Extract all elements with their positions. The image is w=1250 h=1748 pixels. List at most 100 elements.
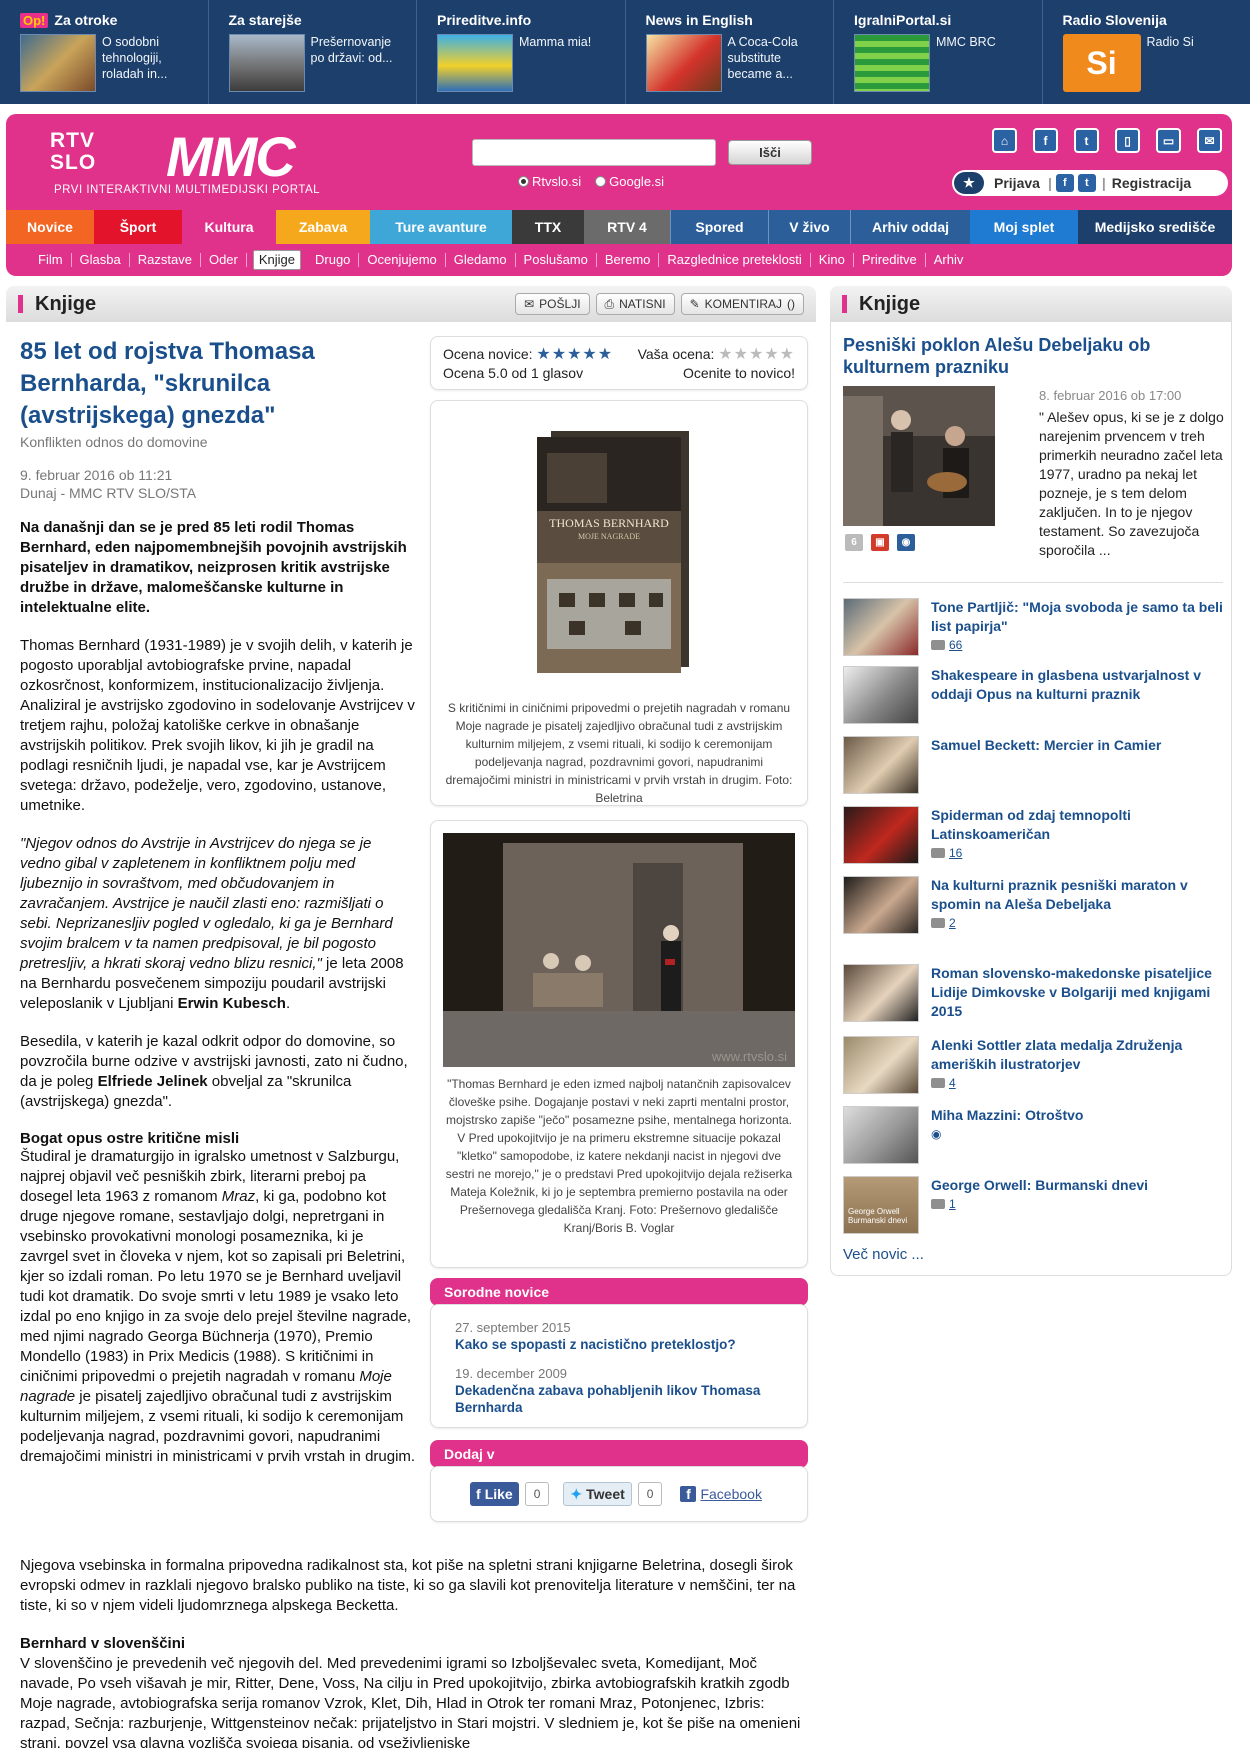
list-item[interactable]: Shakespeare in glasbena ustvarjalnost v …	[843, 666, 1223, 724]
video-icon[interactable]: ▣	[871, 534, 889, 551]
tv-icon[interactable]: ▭	[1156, 128, 1181, 153]
news-title[interactable]: Tone Partljič: "Moja svoboda je samo ta …	[931, 598, 1223, 636]
more-news-link[interactable]: Več novic ...	[843, 1246, 924, 1263]
comment-link[interactable]: 16	[931, 846, 1223, 860]
subnav-knjige[interactable]: Knjige	[252, 250, 301, 270]
camera-icon[interactable]: ◉	[897, 534, 915, 551]
facebook-share-link[interactable]: f Facebook	[674, 1482, 767, 1506]
send-button[interactable]: ✉ POŠLJI	[515, 293, 590, 315]
theatre-photo[interactable]: www.rtvslo.si	[443, 833, 795, 1067]
partner-teaser[interactable]: A Coca-Cola substitute became a...	[728, 34, 826, 92]
news-title[interactable]: Roman slovensko-makedonske pisateljice L…	[931, 964, 1223, 1021]
subnav-oder[interactable]: Oder	[201, 253, 247, 267]
nav-novice[interactable]: Novice	[6, 210, 94, 244]
comment-link[interactable]: 2	[931, 916, 1223, 930]
subnav-razstave[interactable]: Razstave	[130, 253, 201, 267]
featured-image[interactable]	[843, 386, 995, 526]
home-icon[interactable]: ⌂	[992, 128, 1017, 153]
list-item[interactable]: Samuel Beckett: Mercier in Camier	[843, 736, 1223, 794]
subnav-film[interactable]: Film	[30, 253, 72, 267]
comment-link[interactable]: 1	[931, 1197, 1148, 1211]
partner-igralni-portal[interactable]: IgralniPortal.si MMC BRC	[834, 0, 1043, 104]
related-link[interactable]: Kako se spopasti z nacistično preteklost…	[455, 1336, 783, 1353]
nav-ttx[interactable]: TTX	[512, 210, 584, 244]
partner-teaser[interactable]: MMC BRC	[936, 34, 996, 92]
login-link[interactable]: Prijava	[994, 175, 1040, 191]
news-title[interactable]: Alenki Sottler zlata medalja Združenja a…	[931, 1036, 1223, 1074]
subnav-gledamo[interactable]: Gledamo	[446, 253, 516, 267]
news-title[interactable]: Samuel Beckett: Mercier in Camier	[931, 736, 1161, 755]
list-item[interactable]: George Orwell Burmanski dnevi George Orw…	[843, 1176, 1223, 1234]
partner-prireditve[interactable]: Prireditve.info Mamma mia!	[417, 0, 626, 104]
subnav-poslusamo[interactable]: Poslušamo	[516, 253, 597, 267]
twitter-icon[interactable]: t	[1074, 128, 1099, 153]
radio-rtvslo[interactable]: Rtvslo.si	[518, 174, 581, 189]
news-title[interactable]: Na kulturni praznik pesniški maraton v s…	[931, 876, 1223, 914]
partner-thumbnail[interactable]	[20, 34, 96, 92]
related-link[interactable]: Dekadenčna zabava pohabljenih likov Thom…	[455, 1382, 783, 1416]
nav-kultura[interactable]: Kultura	[182, 210, 276, 244]
comment-count-icon[interactable]: 6	[845, 534, 863, 551]
partner-radio-slovenija[interactable]: Radio Slovenija Si Radio Si	[1043, 0, 1250, 104]
partner-thumbnail[interactable]	[228, 34, 305, 92]
list-item[interactable]: Spiderman od zdaj temnopolti Latinskoame…	[843, 806, 1223, 864]
camera-icon[interactable]: ◉	[931, 1127, 1083, 1141]
partner-teaser[interactable]: Prešernovanje po državi: od...	[311, 34, 409, 92]
news-title[interactable]: Spiderman od zdaj temnopolti Latinskoame…	[931, 806, 1223, 844]
subnav-arhiv[interactable]: Arhiv	[926, 253, 972, 267]
subnav-ocenjujemo[interactable]: Ocenjujemo	[359, 253, 446, 267]
news-title[interactable]: Shakespeare in glasbena ustvarjalnost v …	[931, 666, 1223, 704]
comment-link[interactable]: 4	[931, 1076, 1223, 1090]
rate-stars[interactable]: ★★★★★	[718, 346, 795, 363]
news-title[interactable]: George Orwell: Burmanski dnevi	[931, 1176, 1148, 1195]
list-item[interactable]: Alenki Sottler zlata medalja Združenja a…	[843, 1036, 1223, 1094]
nav-moj-splet[interactable]: Moj splet	[970, 210, 1078, 244]
partner-news-in-english[interactable]: News in English A Coca-Cola substitute b…	[626, 0, 834, 104]
tweet-button[interactable]: ✦ Tweet	[563, 1482, 632, 1506]
nav-ture-avanture[interactable]: Ture avanture	[370, 210, 512, 244]
subnav-beremo[interactable]: Beremo	[597, 253, 660, 267]
subnav-kino[interactable]: Kino	[811, 253, 854, 267]
list-item[interactable]: Na kulturni praznik pesniški maraton v s…	[843, 876, 1223, 934]
rate-link[interactable]: Ocenite to novico!	[683, 364, 795, 382]
subnav-drugo[interactable]: Drugo	[307, 253, 360, 267]
search-button[interactable]: Išči	[728, 140, 812, 165]
list-item[interactable]: Miha Mazzini: Otroštvo ◉	[843, 1106, 1223, 1164]
print-button[interactable]: ⎙ NATISNI	[595, 293, 675, 315]
list-item[interactable]: Tone Partljič: "Moja svoboda je samo ta …	[843, 598, 1223, 656]
nav-spored[interactable]: Spored	[670, 210, 768, 244]
subnav-glasba[interactable]: Glasba	[72, 253, 130, 267]
radio-si-logo[interactable]: Si	[1062, 34, 1141, 92]
register-link[interactable]: Registracija	[1112, 175, 1191, 191]
nav-rtv4[interactable]: RTV 4	[584, 210, 670, 244]
partner-teaser[interactable]: Mamma mia!	[519, 34, 591, 92]
comment-link[interactable]: 66	[931, 638, 1223, 652]
news-title[interactable]: Miha Mazzini: Otroštvo	[931, 1106, 1083, 1125]
partner-za-starejse[interactable]: Za starejše Prešernovanje po državi: od.…	[209, 0, 417, 104]
mmc-logo[interactable]: MMC	[166, 124, 296, 189]
list-item[interactable]: Roman slovensko-makedonske pisateljice L…	[843, 964, 1223, 1022]
nav-medijsko-sredisce[interactable]: Medijsko središče	[1078, 210, 1232, 244]
partner-teaser[interactable]: Radio Si	[1147, 34, 1194, 92]
subnav-razglednice[interactable]: Razglednice preteklosti	[659, 253, 811, 267]
twitter-login-icon[interactable]: t	[1077, 174, 1096, 192]
nav-v-zivo[interactable]: V živo	[768, 210, 850, 244]
search-input[interactable]	[472, 139, 716, 166]
star-icon[interactable]: ★	[954, 172, 984, 194]
facebook-login-icon[interactable]: f	[1055, 174, 1074, 192]
partner-thumbnail[interactable]	[645, 34, 722, 92]
partner-thumbnail[interactable]	[854, 34, 930, 92]
mobile-icon[interactable]: ▯	[1115, 128, 1140, 153]
featured-title[interactable]: Pesniški poklon Alešu Debeljaku ob kultu…	[843, 334, 1223, 378]
partner-thumbnail[interactable]	[437, 34, 513, 92]
radio-google[interactable]: Google.si	[595, 174, 664, 189]
nav-zabava[interactable]: Zabava	[276, 210, 370, 244]
partner-za-otroke[interactable]: Op! Za otroke O sodobni tehnologiji, rola…	[0, 0, 209, 104]
book-cover-image[interactable]: THOMAS BERNHARD MOJE NAGRADE	[529, 423, 709, 681]
mail-icon[interactable]: ✉	[1197, 128, 1222, 153]
facebook-icon[interactable]: f	[1033, 128, 1058, 153]
nav-sport[interactable]: Šport	[94, 210, 182, 244]
rtv-slo-logo[interactable]: RTV SLO	[50, 130, 134, 174]
comment-button[interactable]: ✎ KOMENTIRAJ ()	[680, 293, 804, 315]
partner-teaser[interactable]: O sodobni tehnologiji, roladah in...	[102, 34, 200, 92]
